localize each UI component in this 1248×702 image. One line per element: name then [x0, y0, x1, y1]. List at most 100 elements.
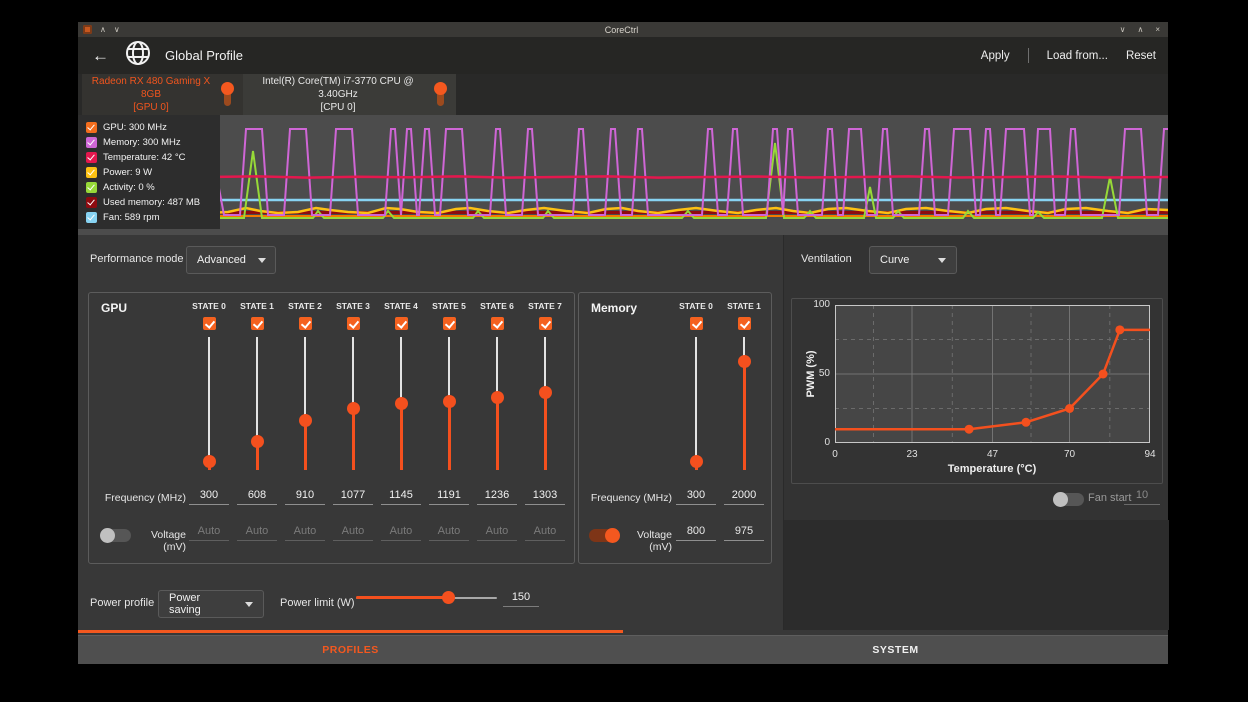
frequency-value[interactable]: 1236 — [477, 489, 517, 505]
frequency-value[interactable]: 1077 — [333, 489, 373, 505]
voltage-value[interactable]: Auto — [477, 525, 517, 541]
tab-cpu-name: Intel(R) Core(TM) i7-3770 CPU @ 3.40GHz — [243, 75, 433, 101]
toolbar-separator — [1028, 48, 1029, 63]
tab-profiles[interactable]: PROFILES — [78, 636, 623, 664]
performance-mode-dropdown[interactable]: Advanced — [186, 246, 276, 274]
fan-start-toggle[interactable] — [1054, 493, 1084, 506]
legend-row-used-memory[interactable]: Used memory: 487 MB — [86, 195, 220, 210]
state-frequency-slider[interactable] — [203, 337, 216, 470]
state-frequency-slider[interactable] — [491, 337, 504, 470]
frequency-value[interactable]: 910 — [285, 489, 325, 505]
power-profile-dropdown[interactable]: Power saving — [158, 590, 264, 618]
state-checkbox[interactable] — [299, 317, 312, 330]
state-checkbox[interactable] — [443, 317, 456, 330]
page-title: Global Profile — [165, 48, 243, 63]
frequency-value[interactable]: 608 — [237, 489, 277, 505]
minimize-icon[interactable]: ∨ — [1120, 26, 1126, 34]
bottom-tabbar: PROFILES SYSTEM — [78, 635, 1168, 664]
temperature-checkbox — [86, 152, 97, 163]
state-checkbox[interactable] — [251, 317, 264, 330]
legend-row-gpu[interactable]: GPU: 300 MHz — [86, 120, 220, 135]
gpu-checkbox — [86, 122, 97, 133]
gpu-state-column: STATE 1 608 Auto — [233, 293, 281, 563]
fan-curve-chart: 100 50 0 0 23 47 70 94 Temperature (°C) … — [791, 298, 1163, 484]
shade-down-icon[interactable]: ∨ — [114, 26, 120, 34]
voltage-value[interactable]: 800 — [676, 525, 716, 541]
voltage-value[interactable]: Auto — [237, 525, 277, 541]
power-limit-value[interactable]: 150 — [503, 591, 539, 607]
state-checkbox[interactable] — [347, 317, 360, 330]
voltage-value[interactable]: Auto — [189, 525, 229, 541]
state-frequency-slider[interactable] — [251, 337, 264, 470]
legend-row-activity[interactable]: Activity: 0 % — [86, 180, 220, 195]
voltage-value[interactable]: Auto — [429, 525, 469, 541]
power-limit-slider[interactable] — [356, 591, 497, 604]
legend-row-power[interactable]: Power: 9 W — [86, 165, 220, 180]
fan-curve-point[interactable] — [1065, 404, 1074, 413]
voltage-value[interactable]: Auto — [381, 525, 421, 541]
ventilation-mode-dropdown[interactable]: Curve — [869, 246, 957, 274]
voltage-value[interactable]: Auto — [525, 525, 565, 541]
apply-button[interactable]: Apply — [981, 50, 1010, 62]
close-icon[interactable]: × — [1155, 26, 1160, 34]
gpu-state-column: STATE 0 300 Auto — [185, 293, 233, 563]
gpu-state-column: STATE 2 910 Auto — [281, 293, 329, 563]
state-checkbox[interactable] — [203, 317, 216, 330]
voltage-value[interactable]: Auto — [285, 525, 325, 541]
maximize-icon[interactable]: ∧ — [1137, 26, 1143, 34]
sensor-legend: GPU: 300 MHz Memory: 300 MHz Temperature… — [78, 115, 220, 229]
tab-cpu[interactable]: Intel(R) Core(TM) i7-3770 CPU @ 3.40GHz … — [243, 74, 456, 115]
desktop-background: ∧ ∨ CoreCtrl ∨ ∧ × ← Global Profile — [0, 0, 1248, 702]
frequency-value[interactable]: 2000 — [724, 489, 764, 505]
frequency-value[interactable]: 300 — [189, 489, 229, 505]
sensor-graph-panel: GPU: 300 MHz Memory: 300 MHz Temperature… — [78, 115, 1168, 235]
frequency-value[interactable]: 300 — [676, 489, 716, 505]
memory-trace — [208, 129, 1168, 215]
gpu-box-title: GPU — [101, 301, 127, 315]
state-frequency-slider[interactable] — [395, 337, 408, 470]
legend-row-temperature[interactable]: Temperature: 42 °C — [86, 150, 220, 165]
back-button[interactable]: ← — [92, 46, 109, 66]
frequency-value[interactable]: 1145 — [381, 489, 421, 505]
state-checkbox[interactable] — [690, 317, 703, 330]
load-from-button[interactable]: Load from... — [1047, 50, 1108, 62]
fan-curve-point[interactable] — [1115, 325, 1124, 334]
voltage-value[interactable]: Auto — [333, 525, 373, 541]
state-frequency-slider[interactable] — [443, 337, 456, 470]
tab-system[interactable]: SYSTEM — [623, 636, 1168, 664]
voltage-value[interactable]: 975 — [724, 525, 764, 541]
fan-curve-plot[interactable] — [835, 305, 1150, 443]
state-checkbox[interactable] — [491, 317, 504, 330]
fan-curve-point[interactable] — [1099, 370, 1108, 379]
state-frequency-slider[interactable] — [539, 337, 552, 470]
gpu-state-column: STATE 5 1191 Auto — [425, 293, 473, 563]
state-frequency-slider[interactable] — [347, 337, 360, 470]
legend-row-memory[interactable]: Memory: 300 MHz — [86, 135, 220, 150]
corectrl-window: ∧ ∨ CoreCtrl ∨ ∧ × ← Global Profile — [78, 22, 1168, 664]
titlebar: ∧ ∨ CoreCtrl ∨ ∧ × — [78, 22, 1168, 37]
fan-curve-point[interactable] — [1022, 418, 1031, 427]
fan-start-value[interactable]: 10 — [1124, 489, 1160, 505]
tab-gpu[interactable]: Radeon RX 480 Gaming X 8GB [GPU 0] — [82, 74, 243, 117]
shade-up-icon[interactable]: ∧ — [100, 26, 106, 34]
ventilation-panel: Ventilation Curve — [783, 235, 1168, 630]
state-frequency-slider[interactable] — [690, 337, 703, 470]
device-pin-icon — [433, 80, 448, 110]
state-frequency-slider[interactable] — [299, 337, 312, 470]
fan-checkbox — [86, 212, 97, 223]
legend-row-fan[interactable]: Fan: 589 rpm — [86, 210, 220, 225]
globe-icon — [125, 40, 151, 71]
frequency-value[interactable]: 1191 — [429, 489, 469, 505]
fan-curve-point[interactable] — [965, 425, 974, 434]
window-title: CoreCtrl — [153, 25, 1090, 35]
x-tick: 94 — [1144, 449, 1155, 460]
state-checkbox[interactable] — [539, 317, 552, 330]
voltage-row-label: Voltage (mV) — [615, 529, 672, 553]
reset-button[interactable]: Reset — [1126, 50, 1156, 62]
state-checkbox[interactable] — [395, 317, 408, 330]
frequency-value[interactable]: 1303 — [525, 489, 565, 505]
power-limit-label: Power limit (W) — [280, 597, 355, 609]
state-checkbox[interactable] — [738, 317, 751, 330]
state-frequency-slider[interactable] — [738, 337, 751, 470]
gpu-voltage-toggle[interactable] — [101, 529, 131, 542]
